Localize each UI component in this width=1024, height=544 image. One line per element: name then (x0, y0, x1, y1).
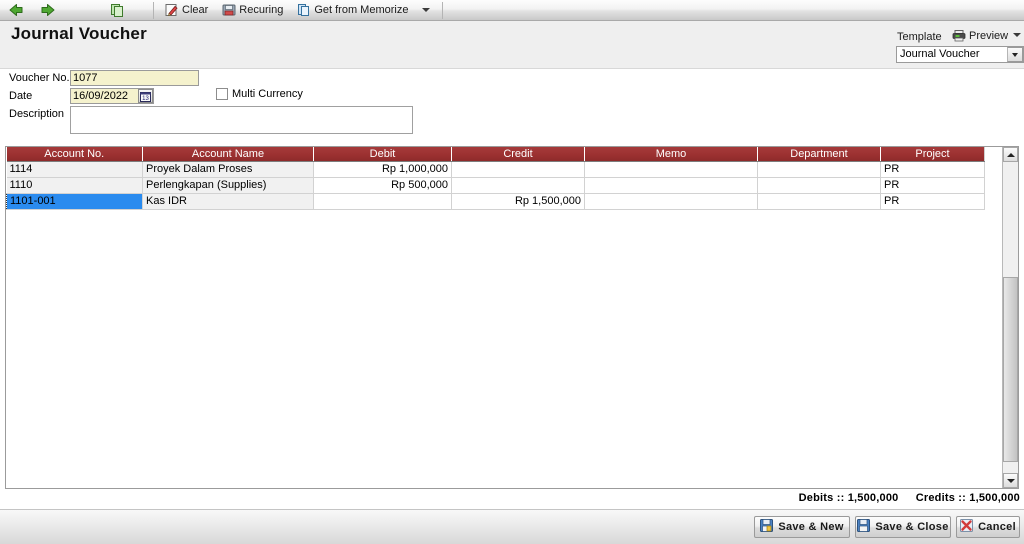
date-input[interactable] (71, 89, 137, 103)
cancel-label: Cancel (978, 521, 1016, 533)
clear-button[interactable]: Clear (161, 1, 212, 20)
chevron-down-icon (422, 8, 431, 12)
chevron-down-icon (1012, 52, 1018, 57)
memorize-label: Get from Memorize (314, 4, 409, 16)
date-field[interactable]: 13 (70, 88, 154, 104)
memorize-dropdown-button[interactable] (418, 1, 434, 20)
back-arrow-icon (8, 3, 24, 17)
cell-credit[interactable] (451, 161, 585, 178)
calendar-picker-button[interactable]: 13 (138, 89, 153, 103)
col-header-credit[interactable]: Credit (451, 147, 585, 162)
description-label: Description (9, 108, 65, 120)
chevron-up-icon (1006, 152, 1015, 157)
footer-bar: Save & New Save & Close Cancel (0, 509, 1024, 544)
cell-account-name[interactable]: Perlengkapan (Supplies) (142, 177, 314, 194)
cell-debit[interactable] (313, 193, 452, 210)
forward-arrow-icon (40, 3, 56, 17)
preview-chevron-down-icon[interactable] (1013, 33, 1021, 37)
template-label: Template (897, 31, 942, 43)
cell-credit[interactable] (451, 177, 585, 194)
preview-label: Preview (969, 29, 1009, 42)
cell-project[interactable]: PR (880, 161, 985, 178)
scroll-up-button[interactable] (1003, 147, 1018, 162)
multi-currency-label: Multi Currency (232, 88, 303, 100)
voucher-no-input[interactable] (70, 70, 199, 86)
save-and-close-label: Save & Close (875, 521, 949, 533)
debits-total: Debits :: 1,500,000 (798, 492, 899, 504)
toolbar-separator-2 (442, 1, 444, 19)
cell-account-no[interactable]: 1110 (6, 177, 143, 194)
multi-currency-checkbox[interactable] (216, 88, 228, 100)
col-header-department[interactable]: Department (757, 147, 881, 162)
description-input[interactable] (70, 106, 413, 134)
col-header-account-name[interactable]: Account Name (142, 147, 314, 162)
cell-memo[interactable] (584, 193, 758, 210)
main-toolbar: Clear Recuring Get from Memorize (0, 0, 1024, 21)
save-icon (857, 519, 871, 535)
header-row: Account No. Account Name Debit Credit Me… (6, 147, 985, 162)
save-and-new-button[interactable]: Save & New (754, 516, 850, 538)
back-button[interactable] (4, 1, 28, 20)
col-header-debit[interactable]: Debit (313, 147, 452, 162)
cell-memo[interactable] (584, 161, 758, 178)
cell-account-no[interactable]: 1101-001 (6, 193, 143, 210)
cell-credit[interactable]: Rp 1,500,000 (451, 193, 585, 210)
svg-text:13: 13 (142, 96, 149, 102)
col-header-account-no[interactable]: Account No. (6, 147, 143, 162)
scrollbar-thumb[interactable] (1003, 277, 1018, 462)
col-header-project[interactable]: Project (880, 147, 985, 162)
grid-vertical-scrollbar[interactable] (1002, 147, 1018, 488)
table-row[interactable]: 1110 Perlengkapan (Supplies) Rp 500,000 … (6, 177, 985, 194)
cancel-button[interactable]: Cancel (956, 516, 1020, 538)
voucher-no-label: Voucher No. (9, 72, 70, 84)
totals-bar: Debits :: 1,500,000 Credits :: 1,500,000 (785, 492, 1020, 504)
cell-department[interactable] (757, 193, 881, 210)
get-from-memorize-button[interactable]: Get from Memorize (293, 1, 412, 20)
printer-icon (952, 29, 966, 42)
col-header-memo[interactable]: Memo (584, 147, 758, 162)
cell-debit[interactable]: Rp 1,000,000 (313, 161, 452, 178)
copy-icon (110, 3, 125, 18)
recurring-label: Recuring (239, 4, 284, 16)
template-select-arrow[interactable] (1007, 47, 1023, 62)
template-select[interactable]: Journal Voucher (896, 46, 1024, 63)
save-and-close-button[interactable]: Save & Close (855, 516, 951, 538)
date-label: Date (9, 90, 33, 102)
journal-table: Account No. Account Name Debit Credit Me… (6, 147, 985, 210)
cell-project[interactable]: PR (880, 177, 985, 194)
cell-department[interactable] (757, 161, 881, 178)
cell-debit[interactable]: Rp 500,000 (313, 177, 452, 194)
grid-body: Account No. Account Name Debit Credit Me… (6, 147, 1002, 488)
scroll-down-button[interactable] (1003, 473, 1018, 488)
credits-total: Credits :: 1,500,000 (915, 492, 1020, 504)
cell-account-no[interactable]: 1114 (6, 161, 143, 178)
clear-label: Clear (182, 4, 209, 16)
memorize-icon (297, 3, 311, 17)
table-row[interactable]: 1114 Proyek Dalam Proses Rp 1,000,000 PR (6, 161, 985, 178)
toolbar-separator-1 (153, 1, 154, 19)
cancel-x-icon (960, 519, 974, 535)
forward-button[interactable] (36, 1, 60, 20)
clear-icon (165, 3, 179, 17)
table-header: Account No. Account Name Debit Credit Me… (6, 147, 985, 162)
copy-button[interactable] (106, 1, 129, 20)
calendar-icon: 13 (140, 91, 151, 102)
cell-project[interactable]: PR (880, 193, 985, 210)
chevron-down-icon (1006, 478, 1015, 483)
recurring-icon (222, 3, 236, 17)
table-body: 1114 Proyek Dalam Proses Rp 1,000,000 PR… (6, 161, 985, 210)
page-title: Journal Voucher (11, 24, 147, 43)
preview-button[interactable]: Preview (952, 28, 1008, 43)
cell-memo[interactable] (584, 177, 758, 194)
cell-account-name[interactable]: Proyek Dalam Proses (142, 161, 314, 178)
header-band (0, 21, 1024, 69)
cell-account-name[interactable]: Kas IDR (142, 193, 314, 210)
cell-department[interactable] (757, 177, 881, 194)
table-row[interactable]: 1101-001 Kas IDR Rp 1,500,000 PR (6, 193, 985, 210)
save-and-new-label: Save & New (778, 521, 844, 533)
save-icon (760, 519, 774, 535)
recurring-button[interactable]: Recuring (218, 1, 287, 20)
journal-lines-grid: Account No. Account Name Debit Credit Me… (5, 146, 1019, 489)
